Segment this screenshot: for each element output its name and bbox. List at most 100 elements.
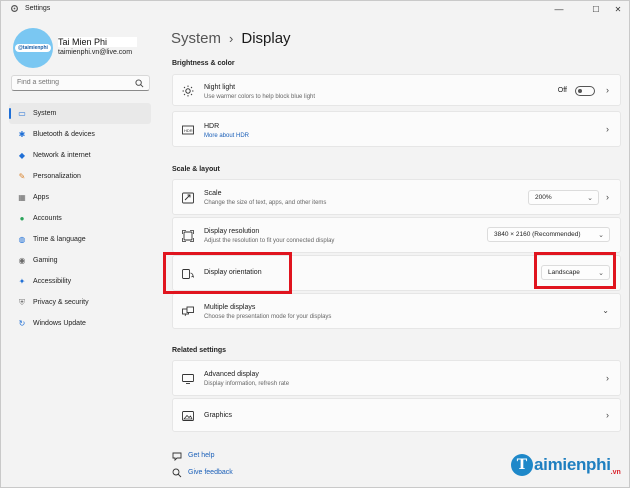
watermark-logo: T aimienphi .vn [511, 454, 621, 476]
sidebar-item-bluetooth-devices[interactable]: ✱ Bluetooth & devices [9, 124, 151, 145]
user-email: taimienphi.vn@live.com [58, 49, 133, 56]
sidebar-item-accounts[interactable]: ● Accounts [9, 208, 151, 229]
sidebar-item-gaming[interactable]: ◉ Gaming [9, 250, 151, 271]
graphics-title: Graphics [204, 412, 233, 419]
avatar[interactable]: @taimienphi [13, 28, 53, 68]
night-light-title: Night light [204, 84, 236, 91]
hdr-icon: HDR [182, 125, 194, 135]
gaming-icon: ◉ [18, 256, 26, 265]
user-name: Tai Mien Phi [58, 37, 138, 47]
sidebar-item-label: Privacy & security [33, 299, 89, 306]
accounts-icon: ● [19, 214, 25, 223]
hdr-title: HDR [204, 123, 220, 130]
chevron-right-icon[interactable]: › [606, 124, 609, 134]
feedback-icon [172, 468, 182, 478]
bluetooth-icon: ✱ [18, 130, 26, 139]
globe-clock-icon: ◍ [18, 235, 26, 244]
multiple-displays-subtitle: Choose the presentation mode for your di… [204, 314, 332, 320]
multiple-displays-icon [182, 306, 194, 317]
sidebar-item-system[interactable]: ▭ System [9, 103, 151, 124]
monitor-icon [182, 374, 194, 384]
window-title: Settings [25, 5, 51, 12]
sidebar-item-label: Personalization [33, 173, 81, 180]
give-feedback-link[interactable]: Give feedback [188, 469, 233, 476]
sidebar-item-label: Network & internet [33, 152, 91, 159]
night-light-toggle[interactable] [575, 86, 595, 96]
sidebar-item-label: Gaming [33, 257, 58, 264]
sidebar-nav: ▭ System ✱ Bluetooth & devices ◆ Network & in… [9, 103, 151, 334]
hdr-card[interactable]: HDR HDR More about HDR › [172, 111, 621, 147]
display-resolution-subtitle: Adjust the resolution to fit your connec… [204, 238, 335, 244]
sidebar-item-label: System [33, 110, 57, 117]
watermark-suffix: .vn [610, 468, 621, 476]
svg-text:HDR: HDR [184, 128, 193, 133]
system-icon: ▭ [18, 109, 26, 118]
settings-window: Settings — ☐ ✕ @taimienphi Tai Mien Phi … [0, 0, 630, 488]
watermark-name: aimienphi [534, 455, 611, 474]
sidebar-item-label: Accounts [33, 215, 62, 222]
multiple-displays-title: Multiple displays [204, 304, 256, 311]
sidebar-item-label: Bluetooth & devices [33, 131, 95, 138]
chevron-right-icon[interactable]: › [606, 410, 609, 420]
sidebar-item-network-internet[interactable]: ◆ Network & internet [9, 145, 151, 166]
display-resolution-title: Display resolution [204, 228, 260, 235]
close-button[interactable]: ✕ [607, 1, 629, 17]
settings-app-icon [11, 5, 18, 12]
sidebar-item-personalization[interactable]: ✎ Personalization [9, 166, 151, 187]
sidebar-item-accessibility[interactable]: ✦ Accessibility [9, 271, 151, 292]
chevron-right-icon[interactable]: › [606, 85, 609, 95]
apps-icon: ▦ [18, 193, 26, 202]
multiple-displays-card[interactable]: Multiple displays Choose the presentatio… [172, 293, 621, 329]
sidebar-item-label: Apps [33, 194, 49, 201]
page-title: Display [241, 30, 291, 47]
sidebar-item-label: Accessibility [33, 278, 72, 285]
graphics-card[interactable]: Graphics › [172, 398, 621, 432]
graphics-icon [182, 411, 194, 421]
resolution-icon [182, 230, 194, 242]
advanced-display-card[interactable]: Advanced display Display information, re… [172, 360, 621, 396]
avatar-label: @taimienphi [15, 44, 51, 52]
sidebar-item-label: Windows Update [33, 320, 86, 327]
shield-icon: ⛨ [19, 297, 25, 307]
search-box[interactable] [11, 75, 150, 91]
sun-icon [182, 85, 194, 97]
minimize-button[interactable]: — [548, 1, 570, 17]
chevron-right-icon[interactable]: › [606, 192, 609, 202]
section-scale-layout: Scale & layout [172, 166, 220, 173]
display-resolution-card[interactable]: Display resolution Adjust the resolution… [172, 217, 621, 253]
chevron-down-icon[interactable]: ⌄ [602, 306, 609, 315]
chevron-down-icon: ⌄ [598, 231, 604, 239]
breadcrumb-separator: › [229, 31, 234, 46]
night-light-card[interactable]: Night light Use warmer colors to help bl… [172, 74, 621, 106]
orientation-label-highlight [163, 252, 292, 294]
windows-update-icon: ↻ [18, 319, 26, 328]
breadcrumb: System › Display [171, 30, 291, 47]
scale-value: 200% [535, 194, 552, 201]
section-brightness-color: Brightness & color [172, 60, 235, 67]
maximize-button[interactable]: ☐ [585, 1, 607, 17]
resolution-dropdown[interactable]: 3840 × 2160 (Recommended) ⌄ [487, 227, 610, 242]
brush-icon: ✎ [18, 172, 26, 181]
breadcrumb-parent[interactable]: System [171, 30, 221, 47]
sidebar-item-apps[interactable]: ▦ Apps [9, 187, 151, 208]
sidebar-item-time-language[interactable]: ◍ Time & language [9, 229, 151, 250]
chevron-right-icon[interactable]: › [606, 373, 609, 383]
section-related-settings: Related settings [172, 347, 227, 354]
get-help-link[interactable]: Get help [188, 452, 214, 459]
scale-card[interactable]: Scale Change the size of text, apps, and… [172, 179, 621, 215]
scale-icon [182, 192, 194, 204]
hdr-link[interactable]: More about HDR [204, 133, 249, 139]
network-icon: ◆ [18, 151, 26, 160]
help-icon [172, 452, 182, 461]
orientation-dropdown-highlight [534, 252, 616, 289]
scale-dropdown[interactable]: 200% ⌄ [528, 190, 599, 205]
sidebar-item-privacy-security[interactable]: ⛨ Privacy & security [9, 292, 151, 313]
scale-subtitle: Change the size of text, apps, and other… [204, 200, 327, 206]
sidebar-item-windows-update[interactable]: ↻ Windows Update [9, 313, 151, 334]
sidebar-item-label: Time & language [33, 236, 86, 243]
search-input[interactable] [17, 79, 127, 86]
night-light-subtitle: Use warmer colors to help block blue lig… [204, 94, 316, 100]
scale-title: Scale [204, 190, 222, 197]
advanced-display-title: Advanced display [204, 371, 259, 378]
title-bar: Settings — ☐ ✕ [1, 1, 629, 17]
